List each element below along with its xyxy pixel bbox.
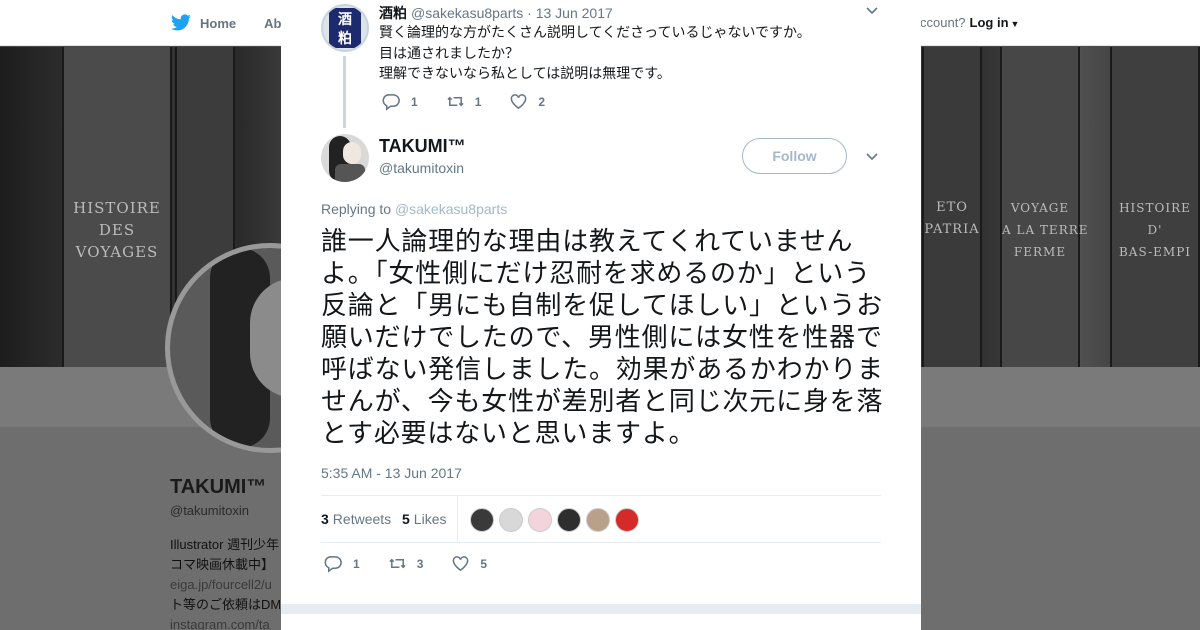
bio-link[interactable]: instagram.com/ta bbox=[170, 615, 280, 630]
retweets-count: 3 bbox=[321, 511, 329, 527]
stats-divider bbox=[457, 496, 458, 543]
account-prompt-text: ccount? bbox=[920, 15, 966, 30]
parent-tweet-actions: 1 1 2 bbox=[382, 92, 573, 111]
chevron-down-icon[interactable] bbox=[865, 151, 879, 163]
follow-button[interactable]: Follow bbox=[742, 138, 847, 174]
likes-stat[interactable]: 5 Likes bbox=[402, 511, 446, 527]
avatar-body bbox=[335, 164, 365, 182]
retweet-button[interactable]: 1 bbox=[446, 92, 482, 111]
main-tweet-text: 誰一人論理的な理由は教えてくれていませんよ。「女性側にだけ忍耐を求めるのか」とい… bbox=[321, 227, 884, 449]
heart-icon bbox=[452, 556, 469, 572]
main-tweet-avatar[interactable] bbox=[321, 134, 369, 182]
parent-tweet-text: 賢く論理的な方がたくさん説明してくださっているじゃないですか。 目は通されました… bbox=[379, 22, 811, 84]
avatar-char: 粕 bbox=[338, 31, 352, 47]
liker-avatar[interactable] bbox=[586, 508, 610, 532]
parent-tweet-name[interactable]: 酒粕 bbox=[379, 5, 407, 21]
like-button[interactable]: 5 bbox=[451, 554, 487, 573]
profile-handle: @takumitoxin bbox=[170, 503, 249, 518]
tweet-line: 目は通されましたか？ bbox=[379, 44, 519, 61]
main-tweet-actions: 1 3 5 bbox=[324, 554, 515, 573]
bio-line: コマ映画休載中】 bbox=[170, 557, 275, 572]
book-title: HISTOIRE DES VOYAGES bbox=[73, 199, 161, 261]
liker-avatar[interactable] bbox=[615, 508, 639, 532]
reply-count: 1 bbox=[411, 94, 418, 109]
reply-count: 1 bbox=[353, 556, 360, 571]
retweets-label: Retweets bbox=[332, 511, 392, 527]
retweet-count: 1 bbox=[474, 94, 482, 109]
bio-link[interactable]: eiga.jp/fourcell2/u bbox=[170, 575, 280, 595]
parent-tweet-avatar[interactable]: 酒 粕 bbox=[321, 4, 369, 52]
parent-tweet-handle[interactable]: @sakekasu8parts bbox=[411, 5, 523, 21]
like-count: 5 bbox=[480, 556, 488, 571]
login-link[interactable]: Log in bbox=[970, 15, 1009, 30]
retweets-stat[interactable]: 3 Retweets bbox=[321, 511, 391, 527]
avatar-char: 酒 bbox=[338, 12, 352, 28]
tweet-timestamp[interactable]: 5:35 AM - 13 Jun 2017 bbox=[321, 465, 462, 481]
caret-down-icon: ▼ bbox=[1010, 19, 1020, 29]
parent-tweet-header: 酒粕 @sakekasu8parts · 13 Jun 2017 bbox=[379, 3, 613, 23]
login-prompt: ccount? Log in ▼ bbox=[920, 15, 1019, 30]
like-button[interactable]: 2 bbox=[509, 92, 545, 111]
nav-home-link[interactable]: Home bbox=[200, 16, 236, 31]
reply-icon bbox=[382, 94, 400, 111]
heart-icon bbox=[510, 94, 527, 110]
likes-count: 5 bbox=[402, 511, 410, 527]
reply-icon bbox=[324, 556, 342, 573]
main-tweet-handle[interactable]: @takumitoxin bbox=[379, 160, 464, 176]
nav-links: Home Abo bbox=[170, 0, 289, 46]
liker-avatar[interactable] bbox=[470, 508, 494, 532]
retweet-icon bbox=[389, 558, 406, 569]
replying-label: Replying to bbox=[321, 201, 392, 217]
book-spine: HISTOIRE D' BAS-EMPI bbox=[1110, 47, 1200, 367]
retweet-button[interactable]: 3 bbox=[388, 554, 424, 573]
book-spine: HISTOIRE DES VOYAGES bbox=[62, 47, 172, 367]
bio-line: Illustrator 週刊少年 bbox=[170, 537, 280, 552]
likes-label: Likes bbox=[413, 511, 447, 527]
reply-button[interactable]: 1 bbox=[324, 554, 360, 573]
avatar-face bbox=[343, 142, 361, 164]
liker-avatar[interactable] bbox=[557, 508, 581, 532]
modal-bottom-divider bbox=[281, 604, 921, 614]
book-title: ETO PATRIA bbox=[924, 200, 980, 237]
chevron-down-icon[interactable] bbox=[865, 5, 879, 17]
book-title: VOYAGE A LA TERRE FERME bbox=[1002, 201, 1089, 259]
retweet-icon bbox=[447, 96, 464, 107]
book-spine: VOYAGE A LA TERRE FERME bbox=[1000, 47, 1089, 367]
thread-connector-line bbox=[343, 56, 346, 128]
book-title: HISTOIRE D' BAS-EMPI bbox=[1118, 201, 1192, 259]
close-icon[interactable] bbox=[1153, 10, 1181, 38]
retweet-count: 3 bbox=[416, 556, 424, 571]
tweet-line: 賢く論理的な方がたくさん説明してくださっているじゃないですか。 bbox=[379, 24, 811, 40]
replying-to-link[interactable]: @sakekasu8parts bbox=[395, 201, 507, 217]
like-count: 2 bbox=[538, 94, 546, 109]
liker-avatar[interactable] bbox=[528, 508, 552, 532]
reply-button[interactable]: 1 bbox=[382, 92, 418, 111]
book-spine: ETO PATRIA bbox=[922, 47, 982, 367]
profile-bio: Illustrator 週刊少年 コマ映画休載中】 eiga.jp/fource… bbox=[170, 535, 280, 630]
avatar-seal: 酒 粕 bbox=[329, 8, 361, 48]
bio-line: ト等のご依頼はDM bbox=[170, 597, 280, 612]
replying-to: Replying to @sakekasu8parts bbox=[321, 201, 507, 217]
twitter-bird-icon bbox=[171, 14, 191, 31]
liker-avatars bbox=[470, 508, 639, 532]
tweet-stats: 3 Retweets 5 Likes bbox=[321, 495, 881, 543]
liker-avatar[interactable] bbox=[499, 508, 523, 532]
tweet-line: 理解できないなら私としては説明は無理です。 bbox=[379, 65, 671, 81]
tweet-permalink-modal: 酒 粕 酒粕 @sakekasu8parts · 13 Jun 2017 賢く論理… bbox=[281, 0, 921, 630]
main-tweet-name[interactable]: TAKUMI™ bbox=[379, 136, 466, 157]
parent-tweet-date[interactable]: · 13 Jun 2017 bbox=[527, 5, 613, 21]
profile-name: TAKUMI™ bbox=[170, 476, 267, 498]
